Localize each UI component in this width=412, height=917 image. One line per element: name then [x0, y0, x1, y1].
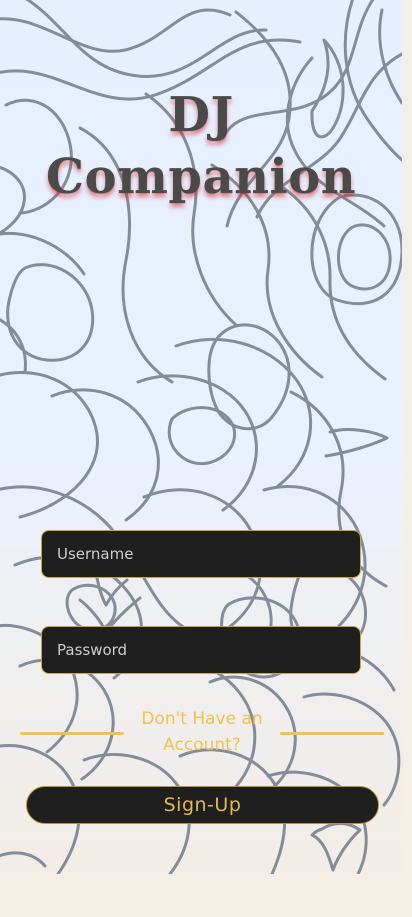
- right-divider: [280, 732, 384, 735]
- app-title-line-1: DJ: [168, 87, 234, 143]
- username-input[interactable]: [57, 545, 345, 563]
- login-screen: DJ Companion Don't Have an Account? Sign…: [0, 0, 412, 917]
- app-title: DJ Companion: [0, 84, 402, 208]
- username-field-container[interactable]: [41, 530, 361, 578]
- app-title-line-2: Companion: [45, 149, 357, 205]
- signup-button[interactable]: Sign-Up: [26, 786, 379, 824]
- password-field-container[interactable]: [41, 626, 361, 674]
- dont-have-account-link[interactable]: Don't Have an Account?: [124, 706, 280, 758]
- password-input[interactable]: [57, 641, 345, 659]
- left-divider: [20, 732, 124, 735]
